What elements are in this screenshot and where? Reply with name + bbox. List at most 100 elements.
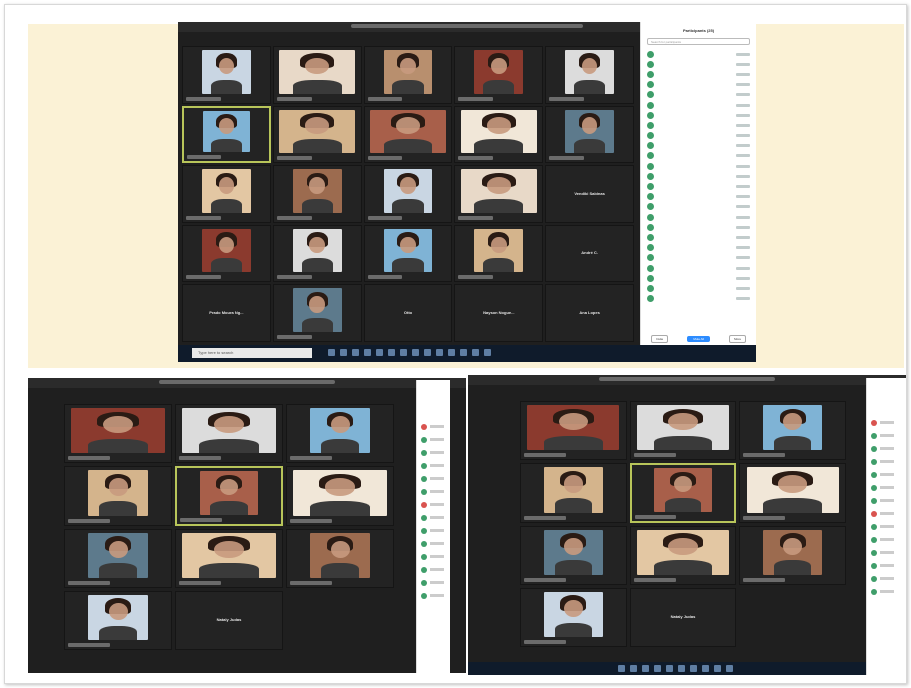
taskbar-app-icon[interactable] — [388, 349, 395, 356]
participant-row[interactable] — [417, 485, 450, 498]
participant-row[interactable] — [867, 572, 906, 585]
participant-row[interactable] — [417, 589, 450, 602]
participant-row[interactable] — [641, 100, 756, 110]
participant-row[interactable] — [641, 283, 756, 293]
participant-video-tile[interactable] — [272, 284, 362, 342]
participant-row[interactable] — [641, 59, 756, 69]
taskbar-app-icon[interactable] — [630, 665, 637, 672]
participant-video-tile[interactable] — [272, 165, 362, 223]
participant-video-tile[interactable] — [520, 463, 627, 523]
participant-video-tile[interactable] — [272, 46, 362, 104]
more-button[interactable]: More — [729, 334, 746, 343]
taskbar-app-icon[interactable] — [666, 665, 673, 672]
participant-row[interactable] — [417, 433, 450, 446]
participant-row[interactable] — [417, 498, 450, 511]
taskbar-app-icon[interactable] — [472, 349, 479, 356]
participant-row[interactable] — [641, 161, 756, 171]
taskbar-app-icon[interactable] — [412, 349, 419, 356]
participant-row[interactable] — [867, 468, 906, 481]
participant-row[interactable] — [641, 131, 756, 141]
participant-row[interactable] — [867, 546, 906, 559]
participant-row[interactable] — [417, 511, 450, 524]
taskbar-app-icon[interactable] — [654, 665, 661, 672]
participant-row[interactable] — [641, 253, 756, 263]
participant-row[interactable] — [641, 294, 756, 304]
participant-video-tile[interactable] — [64, 590, 172, 650]
participant-row[interactable] — [641, 90, 756, 100]
participant-video-tile[interactable] — [363, 165, 453, 223]
participant-row[interactable] — [867, 481, 906, 494]
taskbar-app-icon[interactable] — [678, 665, 685, 672]
mute-all-button[interactable]: Mute All — [687, 335, 710, 342]
participant-video-tile[interactable] — [629, 463, 737, 523]
participant-name-tile[interactable]: Nataly Judas — [175, 590, 283, 650]
participant-row[interactable] — [867, 416, 906, 429]
participant-row[interactable] — [641, 120, 756, 130]
participant-name-tile[interactable]: Nayson Nogue... — [454, 284, 544, 342]
participant-row[interactable] — [417, 537, 450, 550]
participant-row[interactable] — [417, 524, 450, 537]
taskbar-app-icon[interactable] — [642, 665, 649, 672]
participant-video-tile[interactable] — [454, 105, 544, 164]
participant-video-tile[interactable] — [175, 404, 283, 464]
participant-video-tile[interactable] — [64, 528, 172, 588]
participant-row[interactable] — [641, 151, 756, 161]
participant-row[interactable] — [417, 550, 450, 563]
participant-row[interactable] — [641, 80, 756, 90]
participant-video-tile[interactable] — [363, 224, 453, 283]
participant-video-tile[interactable] — [545, 105, 634, 164]
participant-row[interactable] — [867, 494, 906, 507]
participant-video-tile[interactable] — [286, 528, 394, 588]
taskbar-app-icon[interactable] — [352, 349, 359, 356]
taskbar-app-icon[interactable] — [484, 349, 491, 356]
participant-row[interactable] — [641, 243, 756, 253]
participant-row[interactable] — [867, 442, 906, 455]
participant-video-tile[interactable] — [64, 404, 172, 464]
participant-video-tile[interactable] — [629, 401, 737, 461]
participant-name-tile[interactable]: Vendiki Sabinas — [545, 165, 634, 223]
participant-row[interactable] — [641, 273, 756, 283]
participant-video-tile[interactable] — [272, 105, 362, 164]
participant-video-tile[interactable] — [182, 224, 271, 283]
taskbar-app-icon[interactable] — [702, 665, 709, 672]
participant-name-tile[interactable]: Nataly Judas — [629, 587, 737, 647]
taskbar-app-icon[interactable] — [448, 349, 455, 356]
taskbar-app-icon[interactable] — [714, 665, 721, 672]
participant-row[interactable] — [641, 49, 756, 59]
participant-row[interactable] — [641, 69, 756, 79]
taskbar-app-icon[interactable] — [328, 349, 335, 356]
invite-button[interactable]: Invite — [651, 334, 669, 343]
participant-video-tile[interactable] — [363, 46, 453, 104]
participant-row[interactable] — [417, 576, 450, 589]
participants-search-input[interactable]: Search for participants — [647, 38, 750, 45]
participant-video-tile[interactable] — [182, 165, 271, 223]
participant-video-tile[interactable] — [286, 466, 394, 526]
participant-video-tile[interactable] — [182, 105, 271, 164]
participant-video-tile[interactable] — [363, 105, 453, 164]
participant-video-tile[interactable] — [739, 525, 846, 585]
participant-row[interactable] — [867, 559, 906, 572]
participant-video-tile[interactable] — [520, 587, 627, 647]
participant-name-tile[interactable]: Prado Moura Ng... — [182, 284, 271, 342]
participant-row[interactable] — [867, 520, 906, 533]
participant-row[interactable] — [417, 420, 450, 433]
taskbar-app-icon[interactable] — [436, 349, 443, 356]
taskbar-app-icon[interactable] — [424, 349, 431, 356]
participant-row[interactable] — [641, 110, 756, 120]
participant-name-tile[interactable]: André C. — [545, 224, 634, 283]
participant-name-tile[interactable]: Ana Lopes — [545, 284, 634, 342]
participant-row[interactable] — [641, 222, 756, 232]
participant-row[interactable] — [867, 533, 906, 546]
participant-row[interactable] — [417, 459, 450, 472]
participant-row[interactable] — [867, 455, 906, 468]
taskbar-search-input[interactable]: Type here to search — [192, 348, 312, 358]
taskbar-app-icon[interactable] — [340, 349, 347, 356]
participant-row[interactable] — [641, 181, 756, 191]
participant-video-tile[interactable] — [175, 466, 283, 526]
participant-video-tile[interactable] — [175, 528, 283, 588]
participant-row[interactable] — [641, 263, 756, 273]
participant-row[interactable] — [417, 472, 450, 485]
participant-row[interactable] — [417, 563, 450, 576]
participant-video-tile[interactable] — [739, 401, 846, 461]
taskbar-app-icon[interactable] — [376, 349, 383, 356]
